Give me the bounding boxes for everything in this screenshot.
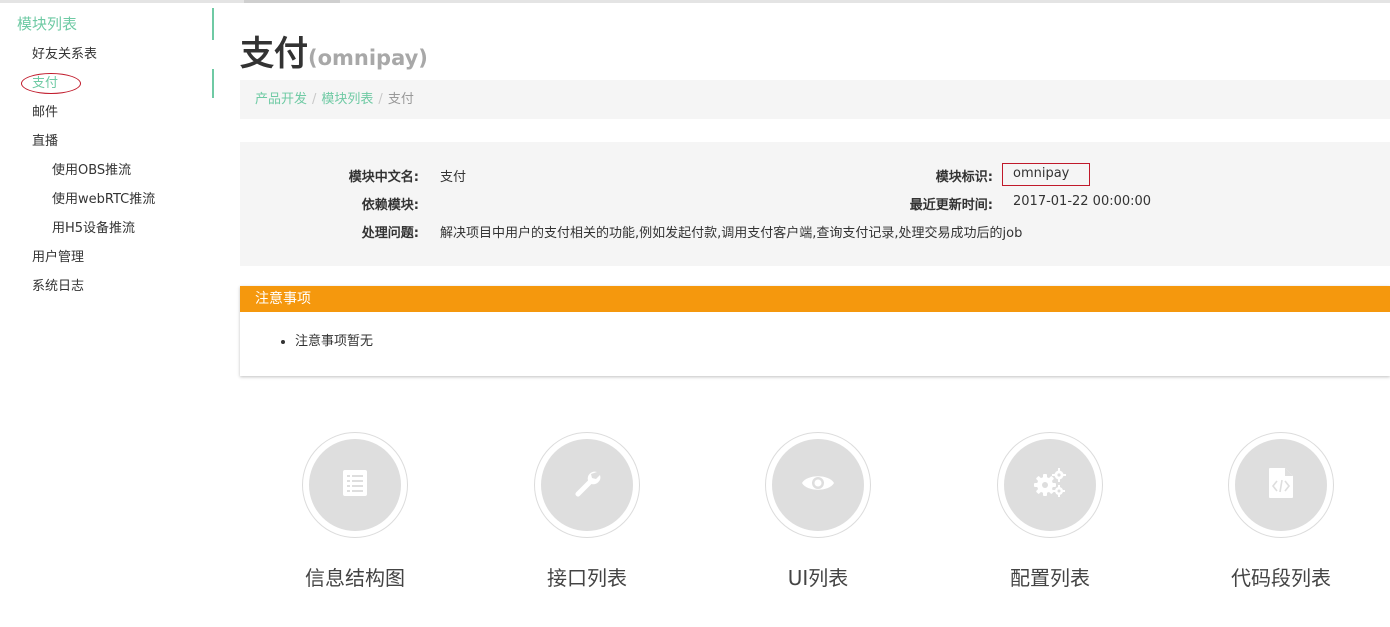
- module-id-value: omnipay: [1013, 166, 1070, 181]
- wrench-icon: [571, 467, 603, 503]
- sidebar-item-label: 使用OBS推流: [52, 163, 132, 178]
- feature-icon-ring: [302, 432, 408, 538]
- gears-icon: [1033, 467, 1067, 503]
- sidebar-item-label: 好友关系表: [32, 47, 98, 62]
- feature-snippet-list[interactable]: 代码段列表: [1201, 432, 1361, 591]
- feature-label: 接口列表: [547, 566, 627, 590]
- breadcrumb: 产品开发 / 模块列表 / 支付: [240, 80, 1390, 119]
- sidebar-item-live[interactable]: 直播: [0, 127, 216, 156]
- feature-label: 信息结构图: [305, 566, 405, 590]
- sidebar: 模块列表 好友关系表 支付 邮件 直播 使用OBS推流 使用webRTC推流 用…: [0, 8, 216, 301]
- feature-label: 代码段列表: [1231, 566, 1331, 590]
- feature-config-list[interactable]: 配置列表: [970, 432, 1130, 591]
- notice-panel: 注意事项 注意事项暂无: [240, 286, 1390, 376]
- breadcrumb-current: 支付: [387, 92, 414, 107]
- issue-label: 处理问题:: [361, 226, 419, 241]
- sidebar-title[interactable]: 模块列表: [0, 8, 216, 40]
- module-info-panel: 模块中文名: 支付 依赖模块: 处理问题: 解决项目中用户的支付相关的功能,例如…: [240, 142, 1390, 266]
- sidebar-item-mail[interactable]: 邮件: [0, 98, 216, 127]
- last-updated-label: 最近更新时间:: [909, 198, 993, 213]
- sidebar-item-webrtc-stream[interactable]: 使用webRTC推流: [0, 185, 216, 214]
- module-id-label: 模块标识:: [935, 170, 993, 185]
- feature-icon-disc: [772, 439, 864, 531]
- top-tab-indicator: [244, 0, 340, 3]
- breadcrumb-link-module-list[interactable]: 模块列表: [321, 92, 373, 107]
- sidebar-item-label: 使用webRTC推流: [52, 192, 156, 207]
- feature-icon-disc: [541, 439, 633, 531]
- sidebar-item-label: 系统日志: [32, 279, 85, 294]
- notice-title: 注意事项: [240, 286, 1390, 312]
- feature-icon-disc: [1004, 439, 1096, 531]
- sidebar-item-friends[interactable]: 好友关系表: [0, 40, 216, 69]
- notice-item: 注意事项暂无: [295, 330, 1390, 349]
- feature-api-list[interactable]: 接口列表: [507, 432, 667, 591]
- sidebar-item-label: 直播: [32, 134, 59, 149]
- feature-icon-ring: [997, 432, 1103, 538]
- sidebar-item-obs-stream[interactable]: 使用OBS推流: [0, 156, 216, 185]
- feature-icon-disc: [309, 439, 401, 531]
- page-title-subtitle: (omnipay): [308, 46, 428, 70]
- issue-value: 解决项目中用户的支付相关的功能,例如发起付款,调用支付客户端,查询支付记录,处理…: [440, 226, 1023, 241]
- breadcrumb-separator: /: [312, 92, 317, 107]
- code-file-icon: [1267, 467, 1295, 503]
- sidebar-item-payment[interactable]: 支付: [0, 69, 216, 98]
- module-name-value: 支付: [440, 170, 467, 185]
- feature-icon-disc: [1235, 439, 1327, 531]
- sidebar-item-label: 用H5设备推流: [52, 221, 136, 236]
- top-border: [0, 0, 1390, 3]
- sidebar-item-label: 邮件: [32, 105, 59, 120]
- sidebar-item-system-log[interactable]: 系统日志: [0, 272, 216, 301]
- module-name-label: 模块中文名:: [348, 170, 419, 185]
- list-document-icon: [340, 468, 370, 502]
- page-title-main: 支付: [240, 34, 308, 74]
- eye-icon: [801, 471, 835, 499]
- sidebar-item-label: 用户管理: [32, 250, 85, 265]
- feature-ui-list[interactable]: UI列表: [738, 432, 898, 591]
- sidebar-item-h5-stream[interactable]: 用H5设备推流: [0, 214, 216, 243]
- breadcrumb-separator: /: [378, 92, 383, 107]
- feature-icon-ring: [534, 432, 640, 538]
- sidebar-item-label: 支付: [32, 76, 59, 91]
- feature-info-structure[interactable]: 信息结构图: [275, 432, 435, 591]
- feature-label: 配置列表: [1010, 566, 1090, 590]
- last-updated-value: 2017-01-22 00:00:00: [1013, 194, 1152, 209]
- notice-body: 注意事项暂无: [240, 312, 1390, 349]
- feature-label: UI列表: [787, 566, 849, 590]
- feature-icon-ring: [1228, 432, 1334, 538]
- sidebar-item-users[interactable]: 用户管理: [0, 243, 216, 272]
- dependencies-label: 依赖模块:: [361, 198, 419, 213]
- page-title: 支付(omnipay): [240, 26, 428, 75]
- feature-icon-ring: [765, 432, 871, 538]
- breadcrumb-link-product-dev[interactable]: 产品开发: [255, 92, 307, 107]
